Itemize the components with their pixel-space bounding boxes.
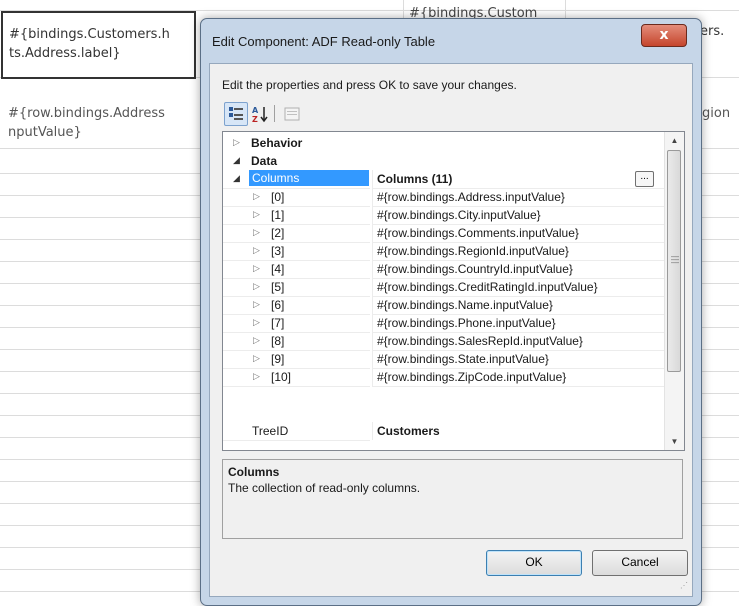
expand-icon: ▷ xyxy=(253,245,260,255)
column-value: #{row.bindings.SalesRepId.inputValue} xyxy=(377,334,583,348)
column-index: [10] xyxy=(271,370,292,384)
column-row[interactable]: ▷ [9] #{row.bindings.State.inputValue} xyxy=(223,350,664,369)
column-index: [7] xyxy=(271,316,285,330)
dialog-client-area: Edit the properties and press OK to save… xyxy=(209,63,693,597)
property-pages-button[interactable] xyxy=(280,102,304,126)
expand-icon: ▷ xyxy=(253,335,260,345)
scrollbar-thumb[interactable]: — — — xyxy=(667,150,681,372)
grip-icon: — — — xyxy=(671,252,679,267)
column-value: #{row.bindings.CountryId.inputValue} xyxy=(377,262,573,276)
column-index: [3] xyxy=(271,244,285,258)
column-row[interactable]: ▷ [6] #{row.bindings.Name.inputValue} xyxy=(223,296,664,315)
property-row-columns[interactable]: ◢ Columns Columns (11) ... xyxy=(223,170,664,189)
column-value: #{row.bindings.ZipCode.inputValue} xyxy=(377,370,567,384)
description-panel: Columns The collection of read-only colu… xyxy=(222,459,683,539)
column-row[interactable]: ▷ [2] #{row.bindings.Comments.inputValue} xyxy=(223,224,664,243)
column-value: #{row.bindings.Phone.inputValue} xyxy=(377,316,556,330)
description-text: The collection of read-only columns. xyxy=(228,481,421,495)
column-value: #{row.bindings.Name.inputValue} xyxy=(377,298,553,312)
header-cell[interactable]: #{bindings.Customers.h ts.Address.label} xyxy=(1,11,196,79)
edit-component-dialog: Edit Component: ADF Read-only Table x Ed… xyxy=(200,18,702,606)
category-data[interactable]: ◢ Data xyxy=(223,152,663,170)
svg-text:A: A xyxy=(252,106,259,115)
expand-icon: ▷ xyxy=(253,191,260,201)
expand-icon: ▷ xyxy=(253,281,260,291)
sort-az-icon: A Z xyxy=(252,106,268,124)
column-row[interactable]: ▷ [8] #{row.bindings.SalesRepId.inputValue… xyxy=(223,332,664,351)
column-index: [0] xyxy=(271,190,285,204)
vertical-scrollbar[interactable]: ▲ — — — ▼ xyxy=(664,132,684,450)
column-value: #{row.bindings.State.inputValue} xyxy=(377,352,549,366)
property-name: TreeID xyxy=(252,424,289,438)
description-title: Columns xyxy=(228,465,280,479)
column-index: [5] xyxy=(271,280,285,294)
category-label: Behavior xyxy=(251,136,303,150)
categorized-button[interactable] xyxy=(224,102,248,126)
column-index: [2] xyxy=(271,226,285,240)
expand-icon: ▷ xyxy=(233,137,240,147)
row-cell-line2: nputValue} xyxy=(8,125,82,140)
property-name: Columns xyxy=(249,170,369,186)
toolbar-separator xyxy=(274,105,275,122)
dialog-titlebar[interactable]: Edit Component: ADF Read-only Table x xyxy=(201,19,701,63)
expand-icon: ▷ xyxy=(253,353,260,363)
property-value: Columns (11) xyxy=(377,172,453,186)
dialog-title: Edit Component: ADF Read-only Table xyxy=(212,34,436,49)
close-button[interactable]: x xyxy=(641,24,687,47)
column-index: [1] xyxy=(271,208,285,222)
column-row[interactable]: ▷ [10] #{row.bindings.ZipCode.inputValue} xyxy=(223,368,664,387)
column-value: #{row.bindings.CreditRatingId.inputValue… xyxy=(377,280,598,294)
categorized-icon xyxy=(229,107,243,120)
column-value: #{row.bindings.Address.inputValue} xyxy=(377,190,565,204)
expand-icon: ▷ xyxy=(253,227,260,237)
cancel-button[interactable]: Cancel xyxy=(592,550,688,576)
svg-text:Z: Z xyxy=(252,115,258,124)
column-row[interactable]: ▷ [1] #{row.bindings.City.inputValue} xyxy=(223,206,664,225)
ellipsis-button[interactable]: ... xyxy=(635,171,654,187)
collapse-icon: ◢ xyxy=(233,173,240,183)
column-value: #{row.bindings.City.inputValue} xyxy=(377,208,541,222)
column-row[interactable]: ▷ [0] #{row.bindings.Address.inputValue} xyxy=(223,188,664,207)
property-row-treeid[interactable]: TreeID Customers xyxy=(223,422,663,441)
row-cell-line1: #{row.bindings.Address xyxy=(8,106,165,121)
expand-icon: ▷ xyxy=(253,209,260,219)
column-row[interactable]: ▷ [4] #{row.bindings.CountryId.inputValue} xyxy=(223,260,664,279)
column-index: [4] xyxy=(271,262,285,276)
sort-az-button[interactable]: A Z xyxy=(248,102,272,126)
expand-icon: ▷ xyxy=(253,317,260,327)
column-index: [6] xyxy=(271,298,285,312)
column-row[interactable]: ▷ [5] #{row.bindings.CreditRatingId.inputV… xyxy=(223,278,664,297)
column-row[interactable]: ▷ [3] #{row.bindings.RegionId.inputValue} xyxy=(223,242,664,261)
close-icon: x xyxy=(659,27,669,43)
row-cell-right: gion xyxy=(702,106,731,121)
category-behavior[interactable]: ▷ Behavior xyxy=(223,134,663,152)
expand-icon: ▷ xyxy=(253,371,260,381)
scroll-down-arrow-icon[interactable]: ▼ xyxy=(665,433,684,450)
category-label: Data xyxy=(251,154,278,168)
instruction-text: Edit the properties and press OK to save… xyxy=(222,78,517,92)
collapse-icon: ◢ xyxy=(233,155,240,165)
column-value: #{row.bindings.Comments.inputValue} xyxy=(377,226,579,240)
column-value: #{row.bindings.RegionId.inputValue} xyxy=(377,244,569,258)
property-grid: ▷ Behavior ◢ Data ◢ Columns Columns (11)… xyxy=(222,131,685,451)
header-cell-3: ers. xyxy=(700,24,725,39)
header-cell-line1: #{bindings.Customers.h xyxy=(9,27,170,42)
property-pages-icon xyxy=(284,107,300,121)
column-index: [8] xyxy=(271,334,285,348)
resize-grip-icon[interactable]: ⋰ xyxy=(680,582,690,594)
column-row[interactable]: ▷ [7] #{row.bindings.Phone.inputValue} xyxy=(223,314,664,333)
ok-button[interactable]: OK xyxy=(486,550,582,576)
property-value: Customers xyxy=(377,424,440,438)
expand-icon: ▷ xyxy=(253,299,260,309)
scroll-up-arrow-icon[interactable]: ▲ xyxy=(665,132,684,149)
expand-icon: ▷ xyxy=(253,263,260,273)
header-cell-line2: ts.Address.label} xyxy=(9,46,121,61)
column-index: [9] xyxy=(271,352,285,366)
